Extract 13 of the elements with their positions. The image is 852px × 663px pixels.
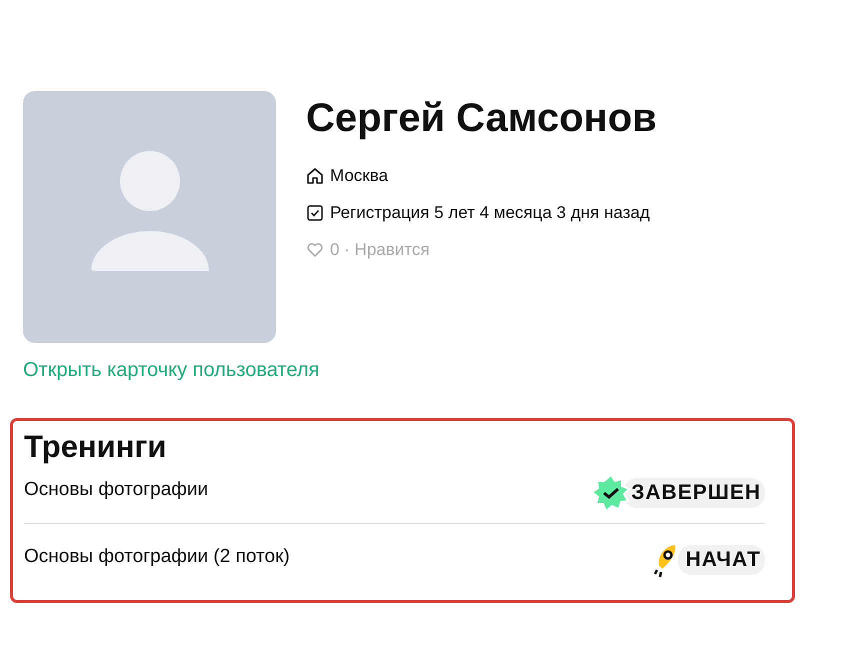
heart-icon[interactable] (306, 240, 324, 258)
trainings-title: Тренинги (24, 429, 168, 465)
home-icon (306, 166, 324, 184)
open-user-card-link[interactable]: Открыть карточку пользователя (23, 359, 320, 382)
registration-text: Регистрация 5 лет 4 месяца 3 дня назад (330, 202, 650, 222)
status-badge: НАЧАТ (678, 545, 765, 575)
checkbox-icon (306, 204, 324, 222)
city-text: Москва (330, 166, 388, 186)
training-title: Основы фотографии (24, 479, 208, 501)
user-name: Сергей Самсонов (306, 95, 657, 142)
likes-text: 0 · Нравится (330, 240, 430, 260)
training-title: Основы фотографии (2 поток) (24, 546, 290, 568)
status-badge: ЗАВЕРШЕН (623, 478, 765, 508)
